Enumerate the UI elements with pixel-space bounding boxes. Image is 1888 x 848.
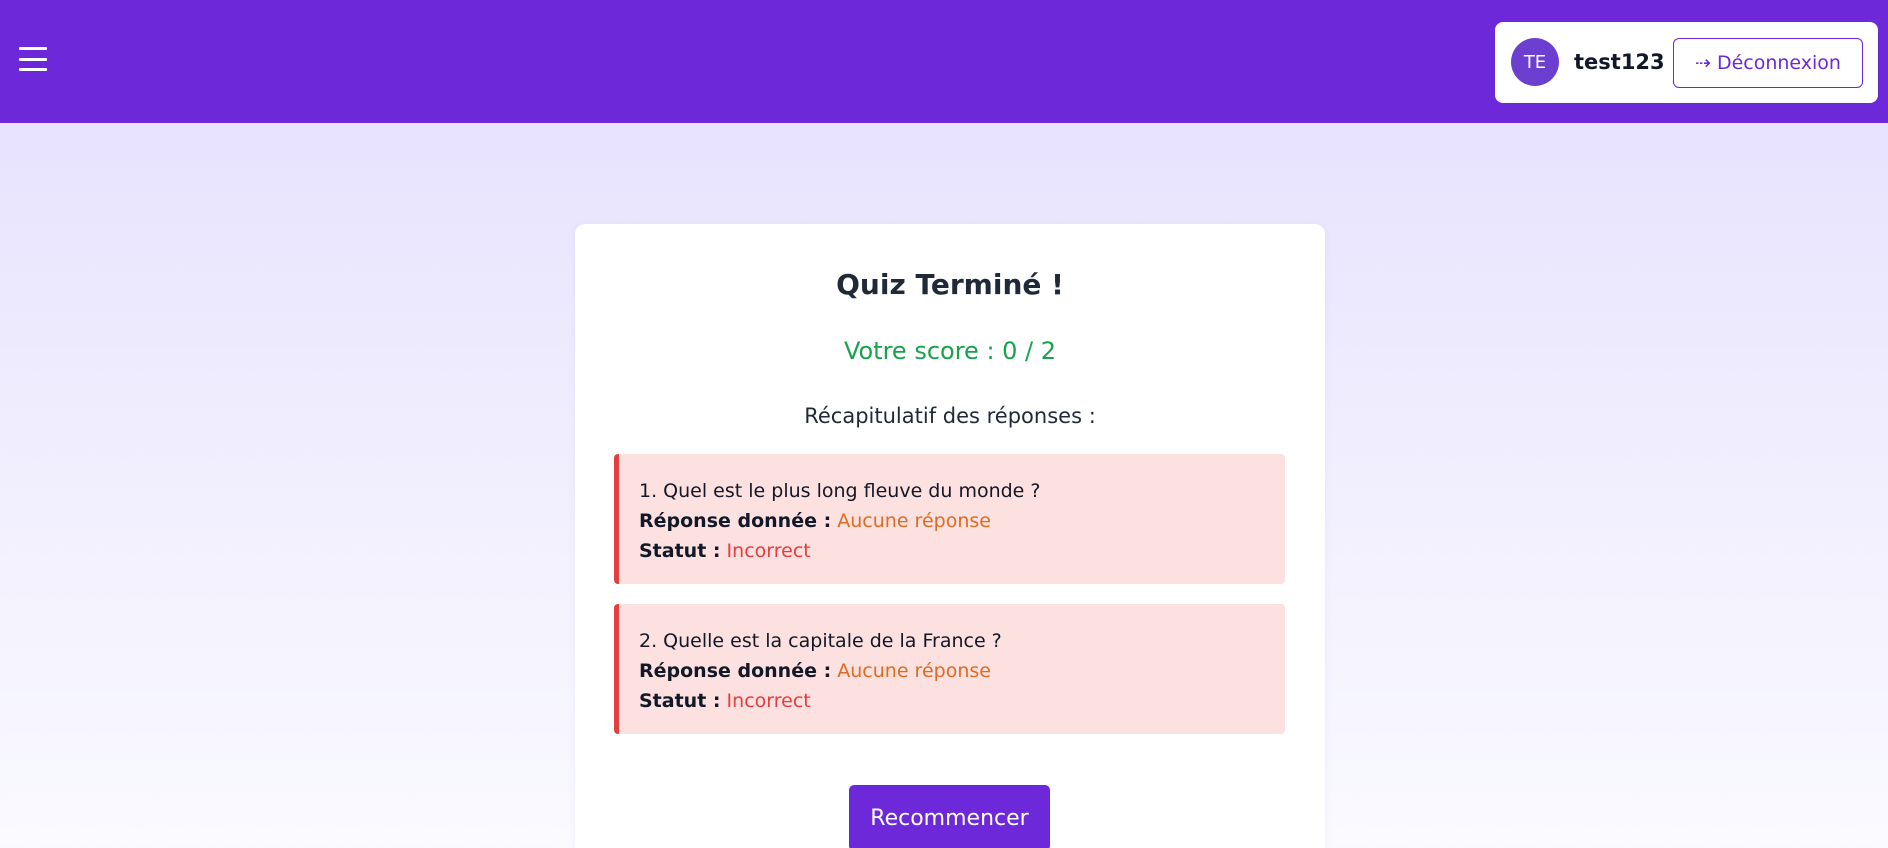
answer-item: 2. Quelle est la capitale de la France ?… [614, 604, 1285, 734]
status-value: Incorrect [726, 690, 811, 712]
recap-heading: Récapitulatif des réponses : [804, 404, 1096, 428]
given-answer-row: Réponse donnée : Aucune réponse [639, 656, 1285, 686]
score-text: Votre score : 0 / 2 [843, 337, 1057, 365]
given-answer-value: Aucune réponse [837, 660, 991, 682]
status-row: Statut : Incorrect [639, 536, 1285, 566]
hamburger-icon[interactable] [19, 47, 47, 71]
quiz-result-card: Quiz Terminé ! Votre score : 0 / 2 Récap… [575, 224, 1325, 848]
status-label: Statut : [639, 540, 721, 562]
answer-item: 1. Quel est le plus long fleuve du monde… [614, 454, 1285, 584]
status-row: Statut : Incorrect [639, 686, 1285, 716]
given-answer-label: Réponse donnée : [639, 510, 832, 532]
restart-button[interactable]: Recommencer [849, 785, 1050, 848]
user-panel: TE test123 ⇢ Déconnexion [1495, 22, 1878, 103]
question-text: 1. Quel est le plus long fleuve du monde… [639, 480, 1041, 502]
given-answer-row: Réponse donnée : Aucune réponse [639, 506, 1285, 536]
given-answer-label: Réponse donnée : [639, 660, 832, 682]
avatar: TE [1511, 38, 1559, 86]
arrow-right-icon: ⇢ [1695, 52, 1711, 74]
question-text: 2. Quelle est la capitale de la France ? [639, 630, 1002, 652]
logout-label: Déconnexion [1716, 52, 1841, 74]
given-answer-value: Aucune réponse [837, 510, 991, 532]
page-title: Quiz Terminé ! [836, 268, 1064, 301]
status-value: Incorrect [726, 540, 811, 562]
top-navbar: TE test123 ⇢ Déconnexion [0, 0, 1888, 123]
logout-button[interactable]: ⇢ Déconnexion [1673, 38, 1863, 88]
status-label: Statut : [639, 690, 721, 712]
username: test123 [1574, 50, 1665, 74]
